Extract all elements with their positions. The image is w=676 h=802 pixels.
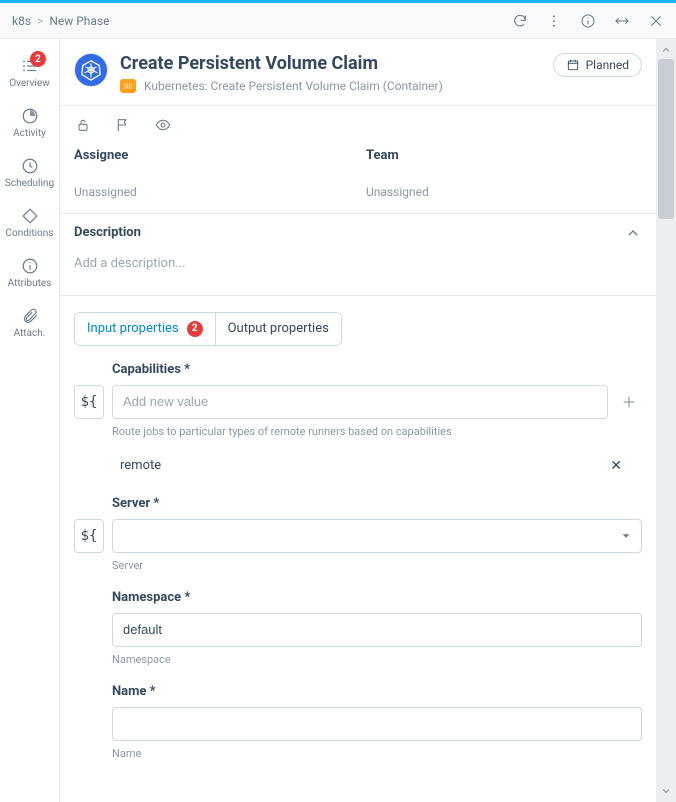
rail-item-activity[interactable]: Activity bbox=[0, 97, 59, 147]
variable-chip-button[interactable]: ${ bbox=[74, 519, 104, 553]
field-help-text: Server bbox=[112, 559, 642, 572]
field-name: Name * Name bbox=[74, 684, 642, 760]
page-subtitle: Kubernetes: Create Persistent Volume Cla… bbox=[144, 79, 443, 93]
capabilities-input[interactable] bbox=[112, 385, 608, 419]
remove-value-button[interactable]: ✕ bbox=[606, 454, 626, 478]
assignee-label: Assignee bbox=[74, 148, 350, 163]
field-help-text: Route jobs to particular types of remote… bbox=[112, 425, 642, 438]
capability-value: remote bbox=[120, 458, 161, 473]
assignee-value[interactable]: Unassigned bbox=[74, 185, 350, 199]
chevron-up-icon[interactable] bbox=[624, 224, 642, 242]
tab-label: Input properties bbox=[87, 321, 179, 336]
field-help-text: Name bbox=[112, 747, 642, 760]
rail-item-scheduling[interactable]: Scheduling bbox=[0, 147, 59, 197]
scroll-up-button[interactable] bbox=[656, 41, 676, 59]
field-label: Capabilities * bbox=[112, 362, 642, 377]
tab-label: Output properties bbox=[228, 321, 329, 336]
diamond-icon bbox=[21, 207, 39, 225]
left-rail: 2 Overview Activity Scheduling Condition… bbox=[0, 39, 60, 802]
namespace-input[interactable] bbox=[112, 613, 642, 647]
field-capabilities: Capabilities * ${ Route jobs to particul… bbox=[74, 362, 642, 478]
status-label: Planned bbox=[586, 58, 629, 72]
divider bbox=[60, 295, 656, 296]
description-label: Description bbox=[74, 225, 141, 240]
breadcrumb-separator: > bbox=[37, 14, 43, 28]
title-bar: k8s > New Phase bbox=[0, 3, 676, 39]
page-header: Create Persistent Volume Claim Kubernete… bbox=[60, 39, 656, 106]
clock-icon bbox=[21, 157, 39, 175]
team-label: Team bbox=[366, 148, 642, 163]
rail-item-attach[interactable]: Attach. bbox=[0, 297, 59, 347]
scrollbar-thumb[interactable] bbox=[658, 59, 674, 219]
calendar-icon bbox=[566, 58, 580, 72]
titlebar-actions bbox=[512, 13, 664, 29]
close-icon[interactable] bbox=[648, 13, 664, 29]
task-toolbar bbox=[60, 106, 656, 148]
rail-label: Scheduling bbox=[5, 178, 54, 189]
breadcrumb-leaf[interactable]: New Phase bbox=[49, 14, 109, 28]
refresh-icon[interactable] bbox=[512, 13, 528, 29]
rail-item-conditions[interactable]: Conditions bbox=[0, 197, 59, 247]
properties-tabs: Input properties 2 Output properties bbox=[74, 312, 342, 346]
rail-label: Attributes bbox=[8, 278, 52, 289]
variable-chip-button[interactable]: ${ bbox=[74, 385, 104, 419]
team-value[interactable]: Unassigned bbox=[366, 185, 642, 199]
breadcrumb: k8s > New Phase bbox=[12, 14, 110, 28]
server-select[interactable] bbox=[112, 519, 642, 553]
input-properties-form: Capabilities * ${ Route jobs to particul… bbox=[60, 362, 656, 798]
rail-label: Attach. bbox=[14, 328, 46, 339]
info-icon bbox=[21, 257, 39, 275]
breadcrumb-root[interactable]: k8s bbox=[12, 14, 31, 28]
activity-icon bbox=[21, 107, 39, 125]
eye-icon[interactable] bbox=[154, 116, 172, 134]
assignee-team-row: Assignee Unassigned Team Unassigned bbox=[60, 148, 656, 213]
tab-output-properties[interactable]: Output properties bbox=[216, 313, 341, 345]
scrollbar[interactable] bbox=[656, 39, 676, 802]
container-chip-icon bbox=[120, 79, 136, 93]
expand-horizontal-icon[interactable] bbox=[614, 13, 630, 29]
caret-down-icon bbox=[619, 529, 633, 543]
rail-label: Activity bbox=[13, 128, 46, 139]
info-icon[interactable] bbox=[580, 13, 596, 29]
kebab-menu-icon[interactable] bbox=[546, 13, 562, 29]
field-label: Namespace * bbox=[112, 590, 642, 605]
field-server: Server * ${ Server bbox=[74, 496, 642, 572]
field-label: Name * bbox=[112, 684, 642, 699]
rail-item-overview[interactable]: 2 Overview bbox=[0, 47, 59, 97]
input-tab-badge: 2 bbox=[187, 321, 203, 337]
field-help-text: Namespace bbox=[112, 653, 642, 666]
attachment-icon bbox=[21, 307, 39, 325]
field-namespace: Namespace * Namespace bbox=[74, 590, 642, 666]
description-placeholder[interactable]: Add a description... bbox=[74, 242, 642, 277]
overview-badge: 2 bbox=[30, 51, 46, 67]
status-pill[interactable]: Planned bbox=[553, 53, 642, 77]
name-input[interactable] bbox=[112, 707, 642, 741]
scrollbar-track[interactable] bbox=[656, 59, 676, 782]
capability-value-row: remote ✕ bbox=[120, 454, 614, 478]
page-title: Create Persistent Volume Claim bbox=[120, 53, 443, 75]
rail-label: Conditions bbox=[6, 228, 54, 239]
field-label: Server * bbox=[112, 496, 642, 511]
kubernetes-logo-icon bbox=[74, 53, 108, 87]
rail-label: Overview bbox=[9, 78, 50, 89]
add-value-button[interactable] bbox=[616, 389, 642, 415]
rail-item-attributes[interactable]: Attributes bbox=[0, 247, 59, 297]
main-content: Create Persistent Volume Claim Kubernete… bbox=[60, 39, 656, 802]
flag-icon[interactable] bbox=[114, 116, 132, 134]
tab-input-properties[interactable]: Input properties 2 bbox=[75, 313, 216, 345]
scroll-down-button[interactable] bbox=[656, 782, 676, 800]
lock-icon[interactable] bbox=[74, 116, 92, 134]
